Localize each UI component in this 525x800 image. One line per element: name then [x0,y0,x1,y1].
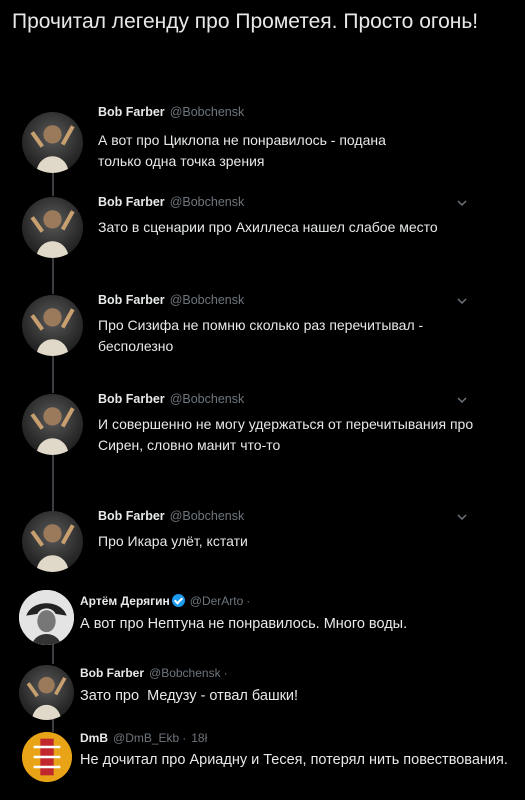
tweet-text: А вот про Нептуна не понравилось. Много … [80,616,408,632]
reply-tweet[interactable]: DmB @DmB_Ekb · 18ł Не дочитал про Ариадну и… [0,730,525,800]
author-handle[interactable]: @DerArto [190,594,244,608]
author-handle[interactable]: @Bobchensk [170,105,245,119]
thread-tweet[interactable]: Bob Farber @Bobchensk А вот про Циклопа н… [0,104,525,190]
artem-avatar[interactable] [19,590,74,645]
chevron-down-icon[interactable] [455,512,469,522]
thread-line [52,355,54,393]
author-handle[interactable]: @Bobchensk [170,509,245,523]
reply-tweet[interactable]: Артём Дерягин @DerArto · А вот про Нептуна… [0,588,525,648]
author-name[interactable]: Bob Farber [98,195,165,209]
tweet-text: Зато в сценарии про Ахиллеса нашел слабо… [98,219,438,235]
chevron-down-icon[interactable] [455,296,469,306]
bob-farber-avatar[interactable] [22,197,83,258]
thread-tweet[interactable]: Bob Farber @Bobchensk Зато в сценарии про… [0,192,525,262]
tweet-text: Про Икара улёт, кстати [98,533,248,549]
thread-tweet[interactable]: Bob Farber @Bobchensk И совершенно не мог… [0,389,525,489]
author-handle[interactable]: @Bobchensk [149,666,221,680]
dmb-avatar[interactable] [22,732,72,782]
author-name[interactable]: Bob Farber [98,509,165,523]
tweet-text: Зато про Медузу - отвал башки! [80,688,299,704]
reply-tweet[interactable]: Bob Farber @Bobchensk · Зато про Медузу - … [0,662,525,722]
verified-badge-icon [171,594,185,607]
tweet-text: Про Сизифа не помню сколько раз перечиты… [98,317,424,354]
author-name[interactable]: Артём Дерягин [80,594,170,608]
bob-farber-avatar[interactable] [22,112,83,173]
author-handle[interactable]: @Bobchensk [170,293,245,307]
bob-farber-avatar[interactable] [19,665,74,720]
tweet-text: Не дочитал про Ариадну и Тесея, потерял … [80,752,508,768]
post-caption: Прочитал легенду про Прометея. Просто ог… [12,10,479,33]
author-handle[interactable]: @DmB_Ekb [113,731,179,745]
author-name[interactable]: Bob Farber [98,293,165,307]
chevron-down-icon[interactable] [455,395,469,405]
thread-tweet[interactable]: Bob Farber @Bobchensk Про Икара улёт, кст… [0,506,525,576]
author-handle[interactable]: @Bobchensk [170,195,245,209]
author-name[interactable]: Bob Farber [98,105,165,119]
thread-tweet[interactable]: Bob Farber @Bobchensk Про Сизифа не помню… [0,290,525,360]
bob-farber-avatar[interactable] [22,295,83,356]
author-name[interactable]: DmB [80,731,108,745]
bob-farber-avatar[interactable] [22,511,83,572]
author-name[interactable]: Bob Farber [98,392,165,406]
tweet-time[interactable]: 18ł [191,731,207,745]
tweet-text: А вот про Циклопа не понравилось - подан… [98,132,386,169]
author-handle[interactable]: @Bobchensk [170,392,245,406]
chevron-down-icon[interactable] [455,198,469,208]
bob-farber-avatar[interactable] [22,394,83,455]
tweet-text: И совершенно не могу удержаться от переч… [98,416,474,453]
author-name[interactable]: Bob Farber [80,666,144,680]
